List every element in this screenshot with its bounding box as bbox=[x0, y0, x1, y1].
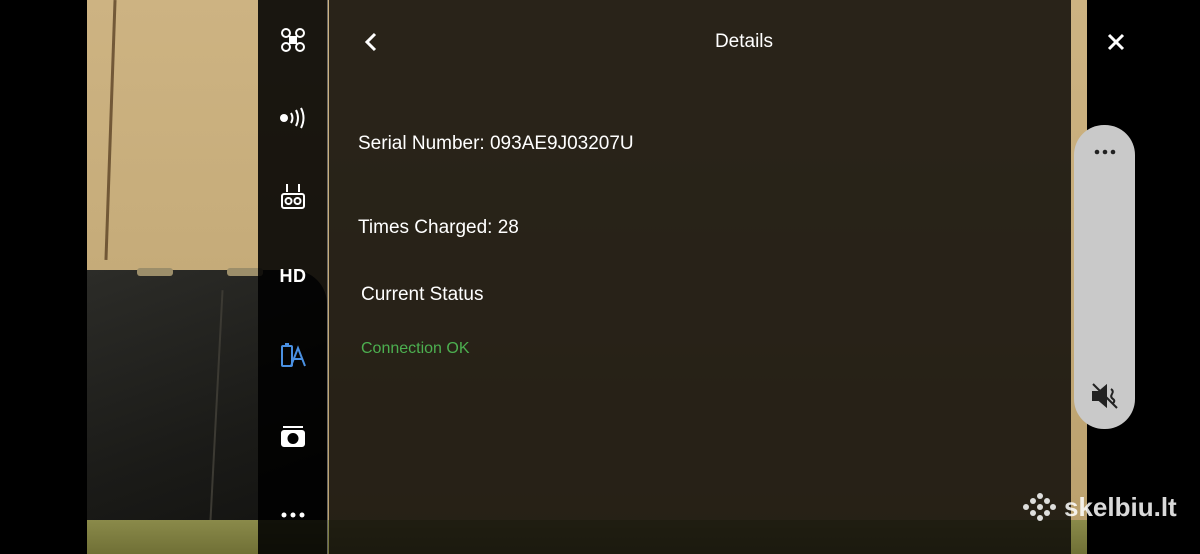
more-icon[interactable] bbox=[258, 495, 328, 535]
background-wire bbox=[104, 0, 117, 260]
remote-controller-icon[interactable] bbox=[258, 177, 328, 217]
page-title: Details bbox=[714, 31, 774, 52]
mute-icon[interactable] bbox=[1074, 379, 1135, 413]
status-value: Connection OK bbox=[361, 340, 470, 357]
battery-status-icon[interactable] bbox=[258, 336, 328, 376]
times-charged: Times Charged: 28 bbox=[358, 217, 519, 238]
dots-logo-icon bbox=[1023, 493, 1056, 521]
current-status-label: Current Status bbox=[361, 284, 484, 305]
serial-number: Serial Number: 093AE9J03207U bbox=[358, 133, 634, 154]
aircraft-icon[interactable] bbox=[258, 20, 328, 60]
app-screen: HD Details Serial Number: 093AE9J03207U … bbox=[0, 0, 1200, 554]
more-icon[interactable] bbox=[1074, 139, 1135, 165]
case-latch bbox=[137, 268, 173, 276]
hd-video-icon[interactable]: HD bbox=[258, 256, 328, 296]
hd-label: HD bbox=[279, 265, 307, 286]
settings-rail: HD bbox=[258, 0, 328, 554]
close-icon[interactable] bbox=[1102, 28, 1130, 56]
details-panel: Details Serial Number: 093AE9J03207U Tim… bbox=[329, 0, 1071, 554]
signal-icon[interactable] bbox=[258, 98, 328, 138]
side-volume-pill bbox=[1074, 125, 1135, 429]
watermark: skelbiu.lt bbox=[1022, 491, 1177, 523]
watermark-text: skelbiu.lt bbox=[1064, 491, 1177, 522]
camera-icon[interactable] bbox=[258, 416, 328, 456]
